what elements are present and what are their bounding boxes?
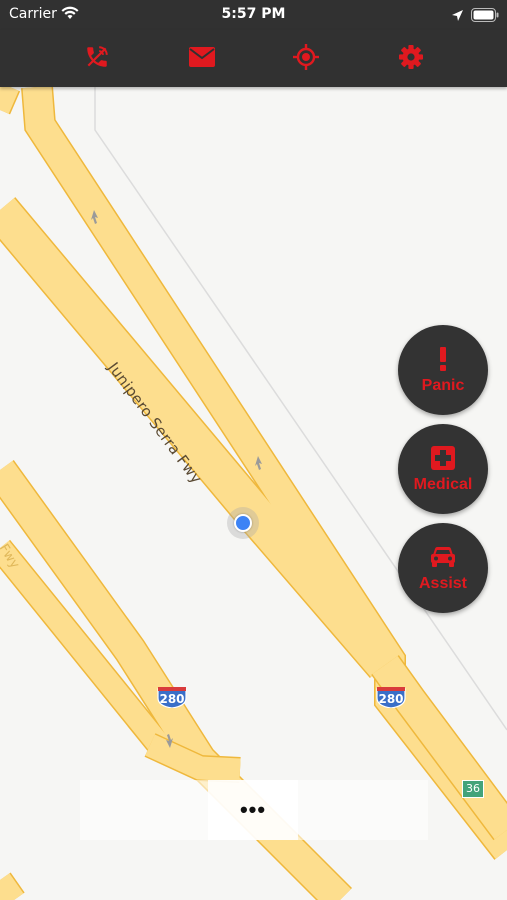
status-bar: Carrier 5:57 PM xyxy=(0,0,507,30)
interstate-shield: 280 xyxy=(157,686,187,708)
assist-button[interactable]: Assist xyxy=(398,523,488,613)
car-icon xyxy=(398,546,488,568)
user-location-dot xyxy=(234,514,252,532)
settings-button[interactable] xyxy=(393,41,429,73)
mail-icon xyxy=(189,47,215,67)
location-arrow-icon xyxy=(451,7,464,26)
medical-button[interactable]: Medical xyxy=(398,424,488,514)
panic-button[interactable]: Panic xyxy=(398,325,488,415)
interstate-shield-number: 280 xyxy=(378,692,404,706)
call-button[interactable] xyxy=(79,41,115,73)
more-options-button[interactable]: ••• xyxy=(208,780,298,840)
app-screen: Junipero Serra Fwy Fwy 280 280 36 Carrie… xyxy=(0,0,507,900)
panic-label: Panic xyxy=(421,377,465,394)
battery-icon xyxy=(471,7,499,26)
medical-label: Medical xyxy=(413,476,473,493)
gear-icon xyxy=(399,45,423,69)
medical-cross-icon xyxy=(398,446,488,470)
status-time: 5:57 PM xyxy=(221,6,286,22)
exclamation-icon xyxy=(398,347,488,371)
assist-label: Assist xyxy=(418,575,468,592)
phone-call-icon xyxy=(87,46,108,67)
more-dots-label: ••• xyxy=(239,797,267,822)
message-button[interactable] xyxy=(184,41,220,73)
user-location-marker xyxy=(227,507,259,539)
locate-target-icon xyxy=(293,44,319,70)
top-toolbar xyxy=(0,30,507,87)
interstate-shield: 280 xyxy=(376,686,406,708)
interstate-shield-number: 280 xyxy=(159,692,185,706)
locate-button[interactable] xyxy=(288,41,324,73)
state-route-shield: 36 xyxy=(462,780,484,798)
